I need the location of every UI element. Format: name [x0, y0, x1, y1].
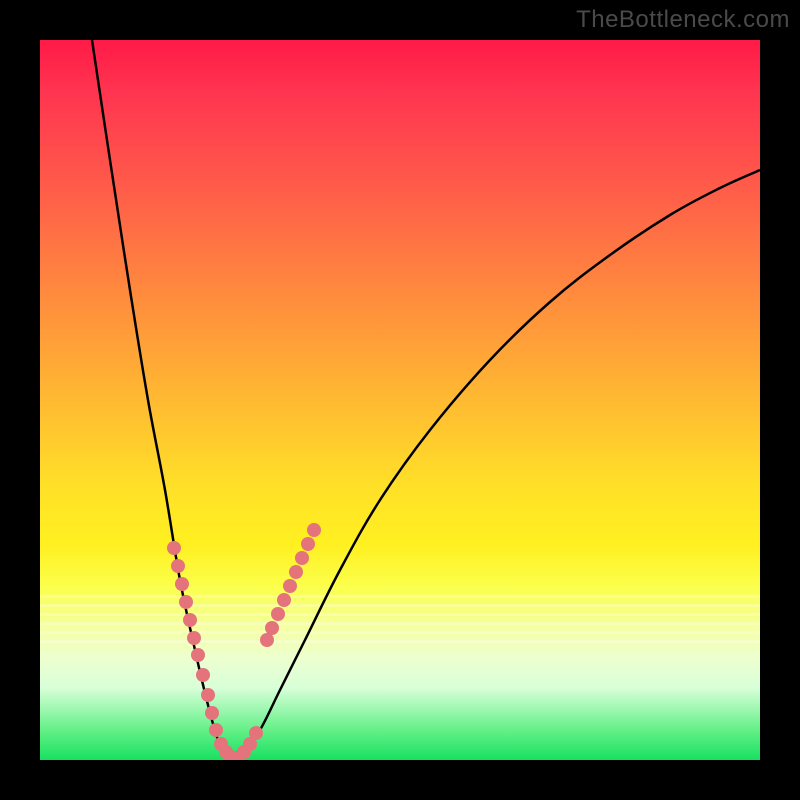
chart-frame: TheBottleneck.com [0, 0, 800, 800]
watermark-text: TheBottleneck.com [576, 6, 790, 34]
data-dot [260, 633, 274, 647]
data-dot [283, 579, 297, 593]
data-dot [171, 559, 185, 573]
data-dot [201, 688, 215, 702]
data-dot [301, 537, 315, 551]
data-dot [187, 631, 201, 645]
data-dot [191, 648, 205, 662]
data-dot [167, 541, 181, 555]
data-dot [289, 565, 303, 579]
data-dot [183, 613, 197, 627]
data-dot [295, 551, 309, 565]
data-dot [196, 668, 210, 682]
data-dot [265, 621, 279, 635]
data-dot [205, 706, 219, 720]
data-dot [307, 523, 321, 537]
data-dot [175, 577, 189, 591]
data-dot [179, 595, 193, 609]
data-dot [271, 607, 285, 621]
data-dot [277, 593, 291, 607]
bottleneck-curve [40, 40, 760, 760]
plot-area [40, 40, 760, 760]
data-dot [249, 726, 263, 740]
data-dot [209, 723, 223, 737]
